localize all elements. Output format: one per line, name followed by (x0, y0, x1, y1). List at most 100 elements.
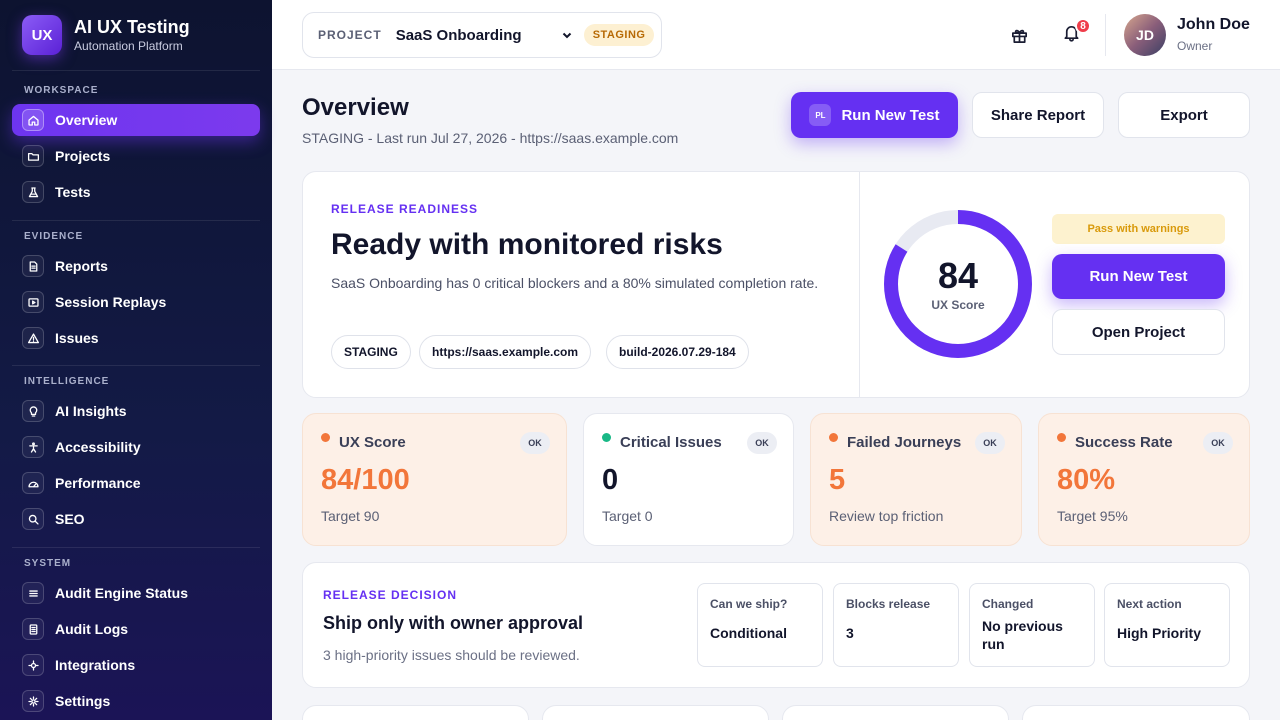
integrations-icon (22, 654, 44, 676)
brand-title: AI UX Testing (74, 17, 190, 37)
sidebar-item-label: Reports (55, 258, 108, 274)
sidebar-item-tests[interactable]: Tests (12, 176, 260, 208)
sidebar-item-label: Overview (55, 112, 118, 128)
fact-label: Can we ship? (710, 597, 788, 611)
run-badge: PL (809, 104, 832, 126)
page-subtitle: STAGING - Last run Jul 27, 2026 - https:… (302, 130, 679, 146)
ux-score-value: 84 (937, 255, 979, 296)
sidebar-item-overview[interactable]: Overview (12, 104, 260, 136)
flask-icon (22, 181, 44, 203)
speedometer-icon (22, 472, 44, 494)
share-report-button[interactable]: Share Report (972, 92, 1104, 138)
sidebar-section-evidence: EVIDENCE (24, 231, 84, 242)
avatar[interactable]: JD (1124, 14, 1166, 56)
decision-subtitle: 3 high-priority issues should be reviewe… (323, 647, 580, 663)
kpi-value: 0 (602, 464, 619, 496)
card-divider (859, 172, 860, 397)
card-below-fold (302, 705, 529, 720)
sidebar-divider (12, 220, 260, 221)
sidebar-item-label: Integrations (55, 657, 136, 673)
gear-icon (22, 690, 44, 712)
open-project-button[interactable]: Open Project (1052, 309, 1225, 355)
tag-url[interactable]: https://saas.example.com (419, 335, 592, 369)
fact-label: Next action (1117, 597, 1182, 611)
kpi-card-failed-journeys[interactable]: Failed Journeys OK 5 Review top friction (810, 413, 1022, 546)
decision-eyebrow: RELEASE DECISION (323, 588, 458, 602)
kpi-card-success-rate[interactable]: Success Rate OK 80% Target 95% (1038, 413, 1250, 546)
sidebar-item-label: AI Insights (55, 403, 127, 419)
sidebar-divider (12, 365, 260, 366)
status-dot (1057, 433, 1066, 442)
page-title: Overview (302, 94, 409, 121)
brand[interactable]: UX AI UX Testing Automation Platform (22, 15, 190, 55)
folder-icon (22, 145, 44, 167)
fact-value: 3 (846, 625, 854, 641)
user-name[interactable]: John Doe (1177, 16, 1250, 34)
fact-label: Changed (982, 597, 1034, 611)
status-dot (321, 433, 330, 442)
home-icon (22, 109, 44, 131)
kpi-card-ux-score[interactable]: UX Score OK 84/100 Target 90 (302, 413, 567, 546)
kpi-title: Critical Issues (620, 434, 722, 451)
export-button[interactable]: Export (1118, 92, 1250, 138)
list-icon (22, 582, 44, 604)
tag-environment: STAGING (331, 335, 411, 369)
brand-subtitle: Automation Platform (74, 39, 183, 53)
sidebar-item-session-replays[interactable]: Session Replays (12, 286, 260, 318)
run-new-test-button[interactable]: PL Run New Test (791, 92, 958, 138)
search-icon (22, 508, 44, 530)
sidebar-item-issues[interactable]: Issues (12, 322, 260, 354)
accessibility-icon (22, 436, 44, 458)
sidebar-item-performance[interactable]: Performance (12, 467, 260, 499)
sidebar-item-audit-engine-status[interactable]: Audit Engine Status (12, 577, 260, 609)
sidebar-item-audit-logs[interactable]: Audit Logs (12, 613, 260, 645)
sidebar-section-workspace: WORKSPACE (24, 85, 99, 96)
sidebar-item-integrations[interactable]: Integrations (12, 649, 260, 681)
project-label: PROJECT (318, 28, 382, 42)
play-icon (22, 291, 44, 313)
readiness-title: Ready with monitored risks (331, 228, 723, 261)
sidebar-item-projects[interactable]: Projects (12, 140, 260, 172)
sidebar-item-label: Projects (55, 148, 111, 164)
status-badge: OK (1203, 432, 1233, 454)
notification-count-badge: 8 (1075, 18, 1091, 34)
fact-value: Conditional (710, 625, 787, 641)
fact-changed: Changed No previous run (969, 583, 1095, 667)
kpi-footnote: Target 95% (1057, 508, 1128, 524)
tag-build: build-2026.07.29-184 (606, 335, 749, 369)
sidebar-item-accessibility[interactable]: Accessibility (12, 431, 260, 463)
fact-label: Blocks release (846, 597, 931, 611)
notifications-button[interactable]: 8 (1059, 18, 1091, 47)
status-badge: OK (975, 432, 1005, 454)
card-below-fold (542, 705, 769, 720)
card-below-fold (1022, 705, 1250, 720)
sidebar-section-system: SYSTEM (24, 558, 72, 569)
fact-blocks-release: Blocks release 3 (833, 583, 959, 667)
decision-title: Ship only with owner approval (323, 613, 584, 633)
status-dot (602, 433, 611, 442)
document-icon (22, 255, 44, 277)
kpi-title: UX Score (339, 434, 406, 451)
fact-can-we-ship: Can we ship? Conditional (697, 583, 823, 667)
kpi-title: Failed Journeys (847, 434, 962, 451)
kpi-footnote: Review top friction (829, 508, 944, 524)
sidebar-item-ai-insights[interactable]: AI Insights (12, 395, 260, 427)
chevron-down-icon (560, 28, 574, 42)
kpi-card-critical-issues[interactable]: Critical Issues OK 0 Target 0 (583, 413, 794, 546)
kpi-value: 5 (829, 464, 846, 496)
lightbulb-icon (22, 400, 44, 422)
user-role: Owner (1177, 39, 1213, 53)
gift-icon[interactable] (1007, 23, 1031, 47)
project-selector[interactable]: PROJECT SaaS Onboarding STAGING (302, 12, 662, 58)
sidebar-section-intelligence: INTELLIGENCE (24, 376, 110, 387)
card-run-new-test-button[interactable]: Run New Test (1052, 254, 1225, 299)
status-badge: Pass with warnings (1052, 214, 1225, 244)
sidebar-item-reports[interactable]: Reports (12, 250, 260, 282)
readiness-description: SaaS Onboarding has 0 critical blockers … (331, 275, 819, 291)
sidebar-item-seo[interactable]: SEO (12, 503, 260, 535)
release-decision-card: RELEASE DECISION Ship only with owner ap… (302, 562, 1250, 688)
kpi-footnote: Target 0 (602, 508, 653, 524)
kpi-footnote: Target 90 (321, 508, 380, 524)
sidebar-item-label: Issues (55, 330, 99, 346)
sidebar-item-settings[interactable]: Settings (12, 685, 260, 717)
